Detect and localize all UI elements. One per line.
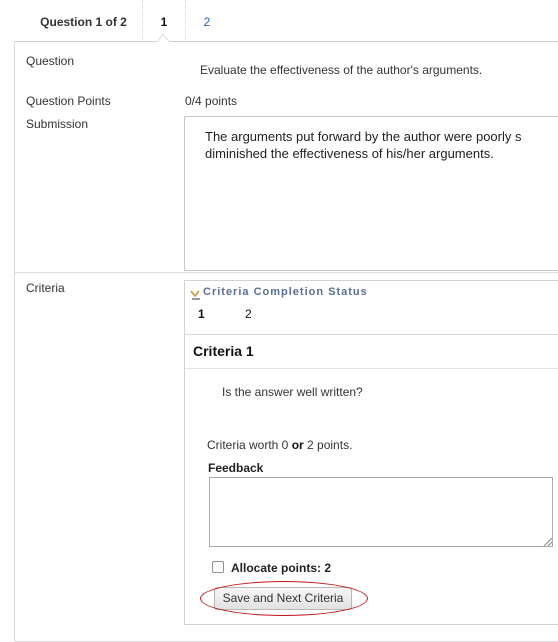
submission-label: Submission: [26, 117, 89, 131]
criteria-header-divider: [185, 334, 558, 335]
feedback-label: Feedback: [208, 461, 264, 475]
criteria-number-2[interactable]: 2: [245, 307, 252, 321]
criteria-worth-min: Criteria worth 0: [207, 438, 292, 452]
collapse-arrow-icon[interactable]: [190, 289, 202, 301]
feedback-textarea[interactable]: [209, 477, 553, 547]
question-text: Evaluate the effectiveness of the author…: [200, 63, 483, 77]
question-counter: Question 1 of 2: [40, 15, 127, 29]
question-points-label: Question Points: [26, 94, 111, 108]
section-divider: [15, 272, 558, 273]
criteria-completion-status[interactable]: Criteria Completion Status: [203, 286, 368, 298]
question-nav: Question 1 of 2 1 2: [0, 0, 558, 42]
allocate-points-label[interactable]: Allocate points: 2: [231, 561, 331, 575]
resize-grip-icon[interactable]: [542, 536, 552, 546]
criteria-title: Criteria 1: [193, 343, 254, 359]
highlight-annotation: [200, 581, 368, 616]
question-tab-2[interactable]: 2: [185, 0, 229, 42]
question-label: Question: [26, 54, 75, 68]
criteria-worth: Criteria worth 0 or 2 points.: [207, 438, 352, 452]
allocate-points-checkbox[interactable]: [212, 561, 224, 573]
criteria-prompt: Is the answer well written?: [222, 385, 363, 399]
criteria-title-divider: [185, 368, 558, 369]
criteria-worth-max: 2 points.: [303, 438, 353, 452]
criteria-worth-or: or: [291, 438, 304, 452]
question-points-value: 0/4 points: [185, 94, 238, 108]
submission-text: The arguments put forward by the author …: [184, 116, 558, 271]
criteria-label: Criteria: [26, 281, 65, 295]
criteria-number-1[interactable]: 1: [198, 307, 205, 321]
